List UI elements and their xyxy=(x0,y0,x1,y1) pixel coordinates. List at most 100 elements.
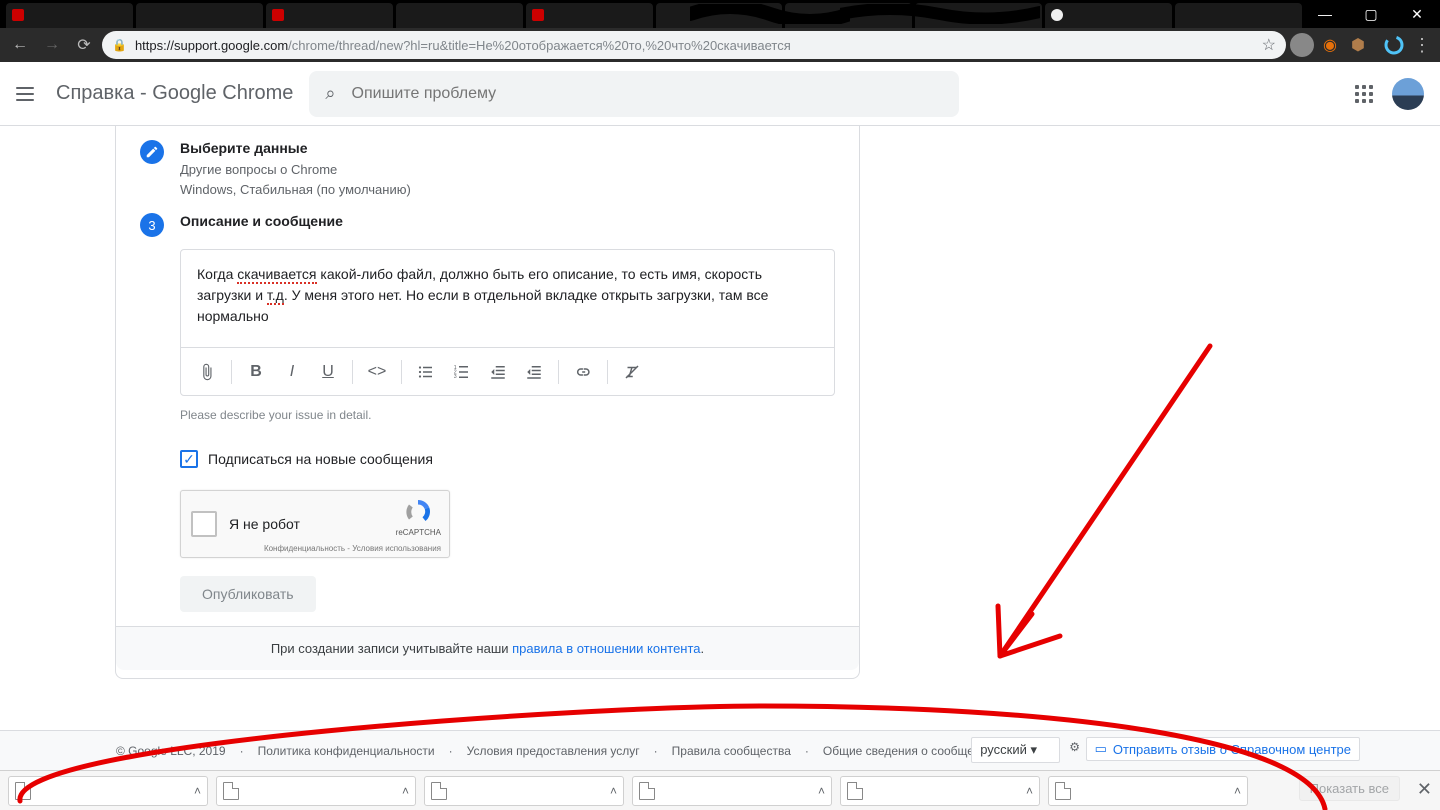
link-button[interactable] xyxy=(565,354,601,390)
step-3-header: 3 Описание и сообщение xyxy=(116,199,859,237)
footer-link[interactable]: Политика конфиденциальности xyxy=(258,744,435,758)
lock-icon: 🔒 xyxy=(112,38,127,52)
window-close-button[interactable]: ✕ xyxy=(1394,0,1440,28)
extension-icon[interactable] xyxy=(1290,33,1314,57)
app-header: Cправка - Google Chrome ⌕ xyxy=(0,62,1440,126)
browser-tab[interactable] xyxy=(1175,3,1302,28)
chrome-menu-button[interactable]: ⋮ xyxy=(1410,35,1434,56)
card-footer: При создании записи учитывайте наши прав… xyxy=(116,626,859,670)
svg-text:3: 3 xyxy=(454,374,457,380)
footer-link[interactable]: Условия предоставления услуг xyxy=(467,744,640,758)
indent-button[interactable] xyxy=(516,354,552,390)
chevron-up-icon[interactable]: ˄ xyxy=(1234,784,1241,798)
feedback-icon: ▭ xyxy=(1095,741,1107,757)
extension-icon[interactable]: ⬢ xyxy=(1346,33,1370,57)
browser-tab[interactable] xyxy=(526,3,653,28)
recaptcha-label: Я не робот xyxy=(229,516,300,532)
search-input[interactable] xyxy=(352,85,944,103)
page-title: Cправка - Google Chrome xyxy=(56,82,293,105)
account-avatar[interactable] xyxy=(1392,78,1424,110)
browser-tab[interactable] xyxy=(266,3,393,28)
help-search-box[interactable]: ⌕ xyxy=(309,71,959,117)
file-icon xyxy=(639,782,655,800)
bold-button[interactable]: B xyxy=(238,354,274,390)
recaptcha-widget[interactable]: Я не робот reCAPTCHA Конфиденциальность … xyxy=(180,490,450,558)
step-2-title: Выберите данные xyxy=(180,140,835,156)
bookmark-star-icon[interactable]: ☆ xyxy=(1262,35,1276,55)
url-text: https://support.google.com/chrome/thread… xyxy=(135,38,791,53)
footer-link[interactable]: Правила сообщества xyxy=(672,744,791,758)
step-number-badge: 3 xyxy=(140,213,164,237)
download-item[interactable]: ˄ xyxy=(840,776,1040,806)
close-shelf-button[interactable]: ✕ xyxy=(1417,779,1432,800)
browser-tab[interactable] xyxy=(6,3,133,28)
browser-tab[interactable] xyxy=(136,3,263,28)
browser-tab[interactable] xyxy=(396,3,523,28)
file-icon xyxy=(15,782,31,800)
window-minimize-button[interactable]: — xyxy=(1302,0,1348,28)
extension-icon[interactable] xyxy=(1382,33,1406,57)
extension-icon[interactable]: ◉ xyxy=(1318,33,1342,57)
download-item[interactable]: ˄ xyxy=(1048,776,1248,806)
chevron-up-icon[interactable]: ˄ xyxy=(402,784,409,798)
download-item[interactable]: ˄ xyxy=(424,776,624,806)
file-icon xyxy=(1055,782,1071,800)
forward-button[interactable]: → xyxy=(38,31,66,59)
reload-button[interactable]: ⟳ xyxy=(70,31,98,59)
subscribe-label: Подписаться на новые сообщения xyxy=(208,451,433,467)
file-icon xyxy=(431,782,447,800)
chevron-up-icon[interactable]: ˄ xyxy=(1026,784,1033,798)
chevron-up-icon[interactable]: ˄ xyxy=(610,784,617,798)
file-icon xyxy=(223,782,239,800)
redaction-scribble xyxy=(840,4,1040,24)
language-select[interactable]: русский ▾ xyxy=(971,737,1060,763)
subscribe-checkbox[interactable]: ✓ xyxy=(180,450,198,468)
recaptcha-terms[interactable]: Конфиденциальность - Условия использован… xyxy=(264,544,441,553)
settings-gear-icon[interactable]: ⚙ xyxy=(1069,740,1080,754)
bulleted-list-button[interactable] xyxy=(408,354,444,390)
window-maximize-button[interactable]: ▢ xyxy=(1348,0,1394,28)
chevron-up-icon[interactable]: ˄ xyxy=(818,784,825,798)
publish-button[interactable]: Опубликовать xyxy=(180,576,316,612)
recaptcha-checkbox[interactable] xyxy=(191,511,217,537)
download-item[interactable]: ˄ xyxy=(216,776,416,806)
outdent-button[interactable] xyxy=(480,354,516,390)
subscribe-row[interactable]: ✓ Подписаться на новые сообщения xyxy=(180,450,835,468)
page-footer: © Google LLC, 2019 · Политика конфиденци… xyxy=(0,730,1440,770)
italic-button[interactable]: I xyxy=(274,354,310,390)
step-3-title: Описание и сообщение xyxy=(180,213,835,229)
page-viewport: Выберите данные Другие вопросы о ChromeW… xyxy=(0,126,1440,730)
chevron-up-icon[interactable]: ˄ xyxy=(194,784,201,798)
attach-button[interactable] xyxy=(189,354,225,390)
clear-formatting-button[interactable] xyxy=(614,354,650,390)
browser-tab-strip xyxy=(0,0,1302,28)
thread-form-card: Выберите данные Другие вопросы о ChromeW… xyxy=(115,126,860,679)
step-2-subtitle: Другие вопросы о ChromeWindows, Стабильн… xyxy=(180,160,835,199)
step-2-header[interactable]: Выберите данные Другие вопросы о ChromeW… xyxy=(116,126,859,199)
main-menu-button[interactable] xyxy=(16,82,40,106)
download-item[interactable]: ˄ xyxy=(632,776,832,806)
description-textarea[interactable]: Когда скачивается какой-либо файл, должн… xyxy=(181,250,834,347)
send-feedback-link[interactable]: ▭Отправить отзыв о Справочном центре xyxy=(1086,737,1360,761)
download-item[interactable]: ˄ xyxy=(8,776,208,806)
content-policy-link[interactable]: правила в отношении контента xyxy=(512,641,700,656)
show-all-downloads-button[interactable]: Показать все xyxy=(1299,776,1400,801)
extension-icon[interactable] xyxy=(1374,33,1378,57)
numbered-list-button[interactable]: 123 xyxy=(444,354,480,390)
description-editor: Когда скачивается какой-либо файл, должн… xyxy=(180,249,835,396)
search-icon: ⌕ xyxy=(325,83,335,104)
underline-button[interactable]: U xyxy=(310,354,346,390)
download-shelf: ˄ ˄ ˄ ˄ ˄ ˄ Показать все ✕ xyxy=(0,770,1440,810)
publish-row: Опубликовать xyxy=(180,576,835,612)
browser-tab[interactable] xyxy=(1045,3,1172,28)
recaptcha-logo: reCAPTCHA xyxy=(396,497,441,537)
redaction-scribble xyxy=(690,4,850,24)
address-bar[interactable]: 🔒 https://support.google.com/chrome/thre… xyxy=(102,31,1286,59)
edit-step-icon xyxy=(140,140,164,164)
window-titlebar: — ▢ ✕ xyxy=(0,0,1440,28)
file-icon xyxy=(847,782,863,800)
code-button[interactable]: <> xyxy=(359,354,395,390)
back-button[interactable]: ← xyxy=(6,31,34,59)
google-apps-button[interactable] xyxy=(1352,82,1376,106)
chrome-toolbar: ← → ⟳ 🔒 https://support.google.com/chrom… xyxy=(0,28,1440,62)
